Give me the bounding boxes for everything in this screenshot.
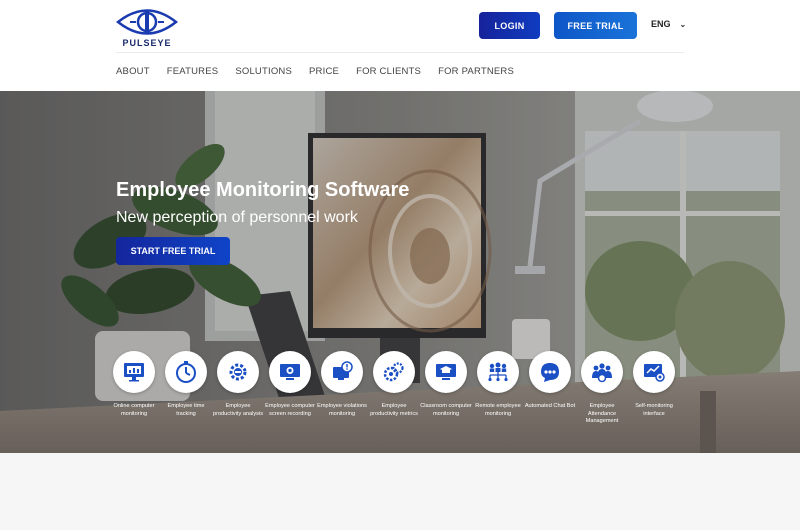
feature-employee-productivity-analysis[interactable]: Employee productivity analysis (213, 351, 263, 426)
eye-logo-icon (116, 9, 178, 35)
feature-label: Employee productivity metrics (370, 403, 418, 417)
main-nav: ABOUT FEATURES SOLUTIONS PRICE FOR CLIEN… (116, 66, 514, 77)
nav-features[interactable]: FEATURES (167, 66, 219, 77)
hero-subtitle: New perception of personnel work (116, 209, 358, 226)
feature-label: Employee productivity analysis (212, 403, 264, 417)
feature-label: Employee Attendance Management (585, 403, 619, 424)
feature-automated-chat-bot[interactable]: Automated Chat Bot (525, 351, 575, 426)
logo-text: PULSEYE (122, 38, 172, 48)
chat-bot-icon (541, 363, 559, 382)
feature-employee-computer-screen-recording[interactable]: Employee computer screen recording (265, 351, 315, 426)
feature-label: Employee time tracking (167, 403, 205, 417)
feature-employee-violations-monitoring[interactable]: Employee violations monitoring (317, 351, 367, 426)
feature-self-monitoring-interface[interactable]: Self-monitoring interface (633, 351, 675, 426)
stopwatch-icon (176, 361, 196, 383)
feature-label: Automated Chat Bot (524, 403, 576, 409)
violation-alert-icon (333, 361, 353, 380)
feature-employee-productivity-metrics[interactable]: Employee productivity metrics (370, 351, 418, 426)
header-divider (116, 52, 684, 53)
feature-employee-time-tracking[interactable]: Employee time tracking (165, 351, 207, 426)
feature-label: Classroom computer monitoring (420, 403, 472, 417)
language-selector[interactable]: ENG ⌄ (651, 19, 686, 29)
feature-classroom-computer-monitoring[interactable]: Classroom computer monitoring (420, 351, 472, 426)
classroom-icon (436, 364, 456, 380)
feature-online-computer-monitoring[interactable]: Online computer monitoring (113, 351, 155, 426)
feature-label: Online computer monitoring (113, 403, 155, 417)
gears-metrics-icon (383, 362, 404, 382)
attendance-team-icon (592, 363, 612, 383)
gear-analysis-icon (229, 363, 247, 381)
content-area (0, 453, 800, 530)
hero-banner: Employee Monitoring Software New percept… (0, 91, 800, 453)
site-header: PULSEYE LOGIN FREE TRIAL ENG ⌄ ABOUT FEA… (0, 0, 800, 91)
language-label: ENG (651, 19, 671, 29)
nav-for-clients[interactable]: FOR CLIENTS (356, 66, 421, 77)
feature-list: Online computer monitoring Employee time… (113, 351, 675, 426)
nav-solutions[interactable]: SOLUTIONS (235, 66, 292, 77)
monitor-chart-icon (124, 363, 144, 382)
hero-title: Employee Monitoring Software (116, 179, 410, 201)
logo[interactable]: PULSEYE (116, 5, 178, 49)
nav-about[interactable]: ABOUT (116, 66, 150, 77)
screen-record-icon (280, 364, 300, 380)
free-trial-button[interactable]: FREE TRIAL (554, 12, 637, 39)
feature-label: Remote employee monitoring (475, 403, 521, 417)
feature-remote-employee-monitoring[interactable]: Remote employee monitoring (475, 351, 521, 426)
feature-label: Employee computer screen recording (265, 403, 315, 417)
start-free-trial-button[interactable]: START FREE TRIAL (116, 237, 230, 265)
nav-for-partners[interactable]: FOR PARTNERS (438, 66, 514, 77)
self-monitor-icon (644, 364, 665, 382)
feature-employee-attendance-management[interactable]: Employee Attendance Management (581, 351, 623, 426)
remote-team-icon (488, 362, 508, 382)
login-button[interactable]: LOGIN (479, 12, 540, 39)
nav-price[interactable]: PRICE (309, 66, 339, 77)
feature-label: Employee violations monitoring (317, 403, 367, 417)
chevron-down-icon: ⌄ (679, 19, 687, 29)
feature-label: Self-monitoring interface (635, 403, 673, 417)
